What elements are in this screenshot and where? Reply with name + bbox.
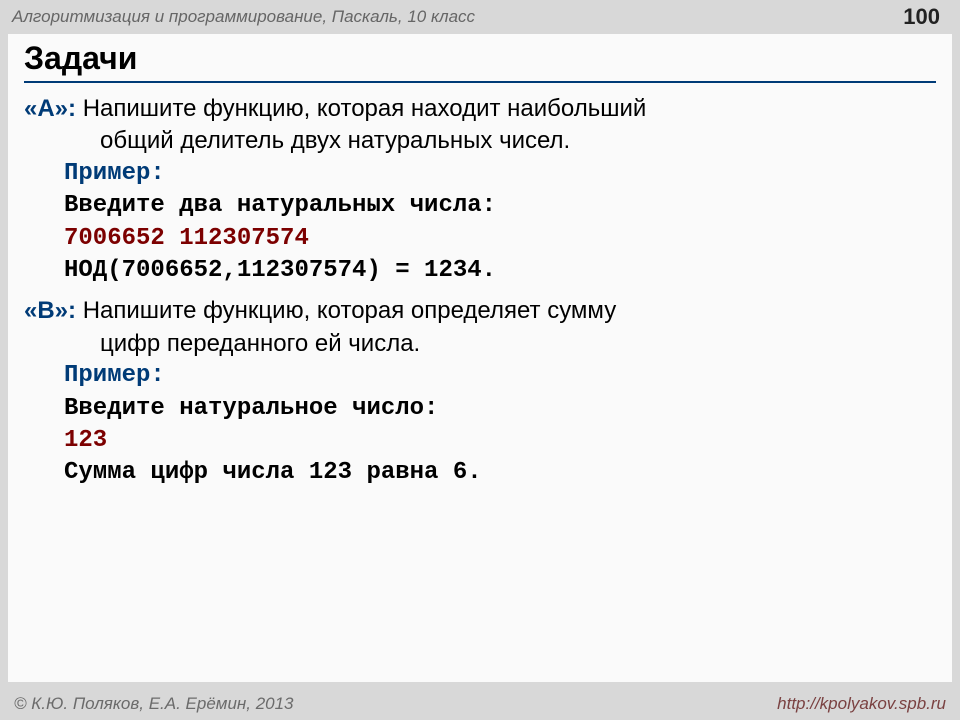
header-bar: Алгоритмизация и программирование, Паска…: [0, 0, 960, 34]
task-b-io3: Сумма цифр числа 123 равна 6.: [24, 457, 936, 489]
course-title: Алгоритмизация и программирование, Паска…: [12, 7, 475, 27]
task-a-line1: Напишите функцию, которая находит наибол…: [76, 95, 646, 122]
task-b: «B»: Напишите функцию, которая определяе…: [24, 295, 936, 489]
task-b-io1: Введите натуральное число:: [24, 393, 936, 425]
footer-authors: © К.Ю. Поляков, Е.А. Ерёмин, 2013: [14, 694, 294, 714]
footer-url: http://kpolyakov.spb.ru: [777, 694, 946, 714]
task-b-line1: Напишите функцию, которая определяет сум…: [76, 297, 616, 324]
task-b-label: «B»:: [24, 297, 76, 324]
task-a-io1: Введите два натуральных числа:: [24, 190, 936, 222]
task-a-io3: НОД(7006652,112307574) = 1234.: [24, 255, 936, 287]
task-b-example-label: Пример:: [24, 360, 936, 392]
slide-title: Задачи: [24, 40, 936, 83]
footer-bar: © К.Ю. Поляков, Е.А. Ерёмин, 2013 http:/…: [0, 688, 960, 720]
task-a: «A»: Напишите функцию, которая находит н…: [24, 93, 936, 287]
task-a-example-label: Пример:: [24, 158, 936, 190]
page-number: 100: [903, 4, 948, 30]
task-a-line2: общий делитель двух натуральных чисел.: [24, 125, 936, 157]
task-b-line2: цифр переданного ей числа.: [24, 328, 936, 360]
content-area: Задачи «A»: Напишите функцию, которая на…: [8, 34, 952, 682]
task-a-label: «A»:: [24, 95, 76, 122]
task-a-io2: 7006652 112307574: [24, 223, 936, 255]
task-b-io2: 123: [24, 425, 936, 457]
